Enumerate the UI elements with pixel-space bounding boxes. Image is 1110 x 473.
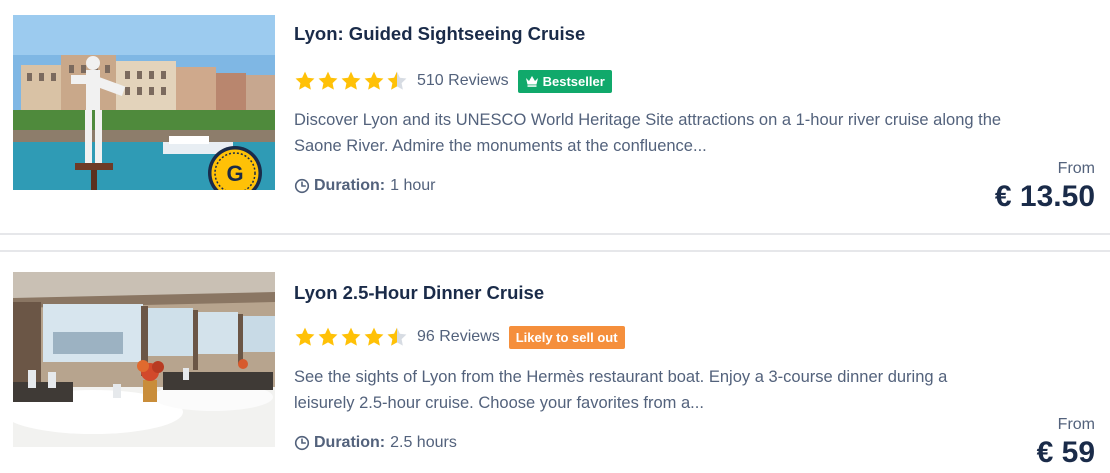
clock-icon bbox=[294, 435, 310, 451]
activity-description: See the sights of Lyon from the Hermès r… bbox=[294, 364, 1064, 416]
activity-image[interactable]: G bbox=[13, 15, 275, 190]
star-icon bbox=[340, 326, 362, 348]
price-prefix: From bbox=[1057, 416, 1095, 433]
duration-label: Duration: bbox=[314, 434, 386, 451]
overlay-badge-letter: G bbox=[226, 161, 243, 186]
price-value: € 59 bbox=[1036, 436, 1095, 469]
half-star-icon bbox=[386, 70, 408, 92]
star-rating bbox=[294, 70, 408, 92]
star-icon bbox=[317, 326, 339, 348]
duration-info: Duration: 2.5 hours bbox=[294, 434, 457, 452]
activity-card[interactable]: G Lyon: Guided Sightseeing Cruise 510 Re… bbox=[0, 0, 1110, 233]
clock-icon bbox=[294, 178, 310, 194]
star-icon bbox=[363, 326, 385, 348]
activity-title[interactable]: Lyon: Guided Sightseeing Cruise bbox=[294, 23, 585, 45]
star-icon bbox=[317, 70, 339, 92]
reviews-count[interactable]: 96 Reviews bbox=[417, 328, 500, 346]
activity-title[interactable]: Lyon 2.5-Hour Dinner Cruise bbox=[294, 282, 544, 304]
star-icon bbox=[294, 326, 316, 348]
likely-to-sell-out-badge: Likely to sell out bbox=[508, 325, 625, 349]
half-star-icon bbox=[386, 326, 408, 348]
star-icon bbox=[340, 70, 362, 92]
duration-label: Duration: bbox=[314, 177, 386, 194]
duration-value: 1 hour bbox=[390, 177, 436, 194]
rating-row: 510 Reviews Bestseller bbox=[294, 68, 612, 94]
badge-label: Bestseller bbox=[542, 73, 605, 89]
badge-label: Likely to sell out bbox=[515, 329, 618, 345]
price-prefix: From bbox=[1057, 160, 1095, 177]
crown-icon bbox=[525, 76, 538, 87]
description-line: Discover Lyon and its UNESCO World Herit… bbox=[294, 111, 1002, 129]
divider bbox=[0, 233, 1110, 235]
star-icon bbox=[363, 70, 385, 92]
reviews-count[interactable]: 510 Reviews bbox=[417, 72, 509, 90]
activity-description: Discover Lyon and its UNESCO World Herit… bbox=[294, 107, 1064, 159]
activity-image[interactable] bbox=[13, 272, 275, 447]
price-value: € 13.50 bbox=[994, 180, 1095, 213]
bestseller-badge: Bestseller bbox=[517, 69, 612, 93]
duration-value: 2.5 hours bbox=[390, 434, 457, 451]
activity-card[interactable]: Lyon 2.5-Hour Dinner Cruise 96 Reviews L… bbox=[0, 252, 1110, 473]
rating-row: 96 Reviews Likely to sell out bbox=[294, 324, 625, 350]
description-line: Saone River. Admire the monuments at the… bbox=[294, 137, 707, 155]
description-line: leisurely 2.5-hour cruise. Choose your f… bbox=[294, 394, 704, 412]
star-icon bbox=[294, 70, 316, 92]
duration-info: Duration: 1 hour bbox=[294, 177, 435, 195]
description-line: See the sights of Lyon from the Hermès r… bbox=[294, 368, 948, 386]
star-rating bbox=[294, 326, 408, 348]
